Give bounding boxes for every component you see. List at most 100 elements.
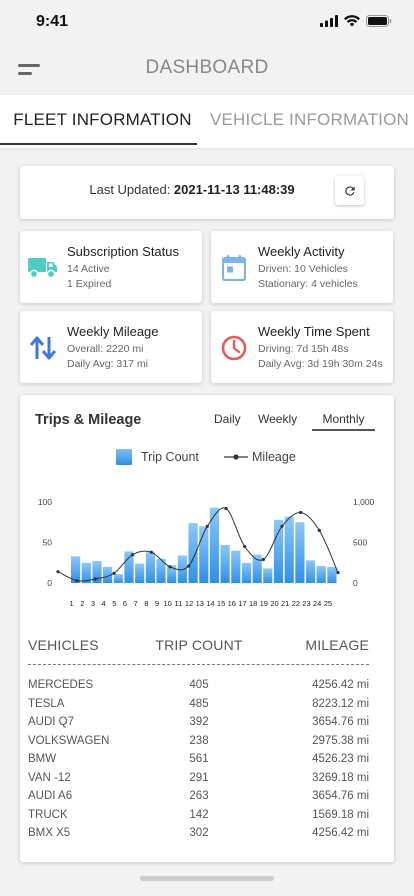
- x-axis-tick: 24: [313, 599, 321, 608]
- chart-bar: [145, 552, 155, 583]
- stat-title: Weekly Time Spent: [258, 324, 370, 339]
- chart-bar: [273, 519, 284, 583]
- cell-vehicle: MERCEDES: [28, 679, 94, 691]
- period-tab-monthly[interactable]: Monthly: [312, 407, 375, 431]
- table-row[interactable]: MERCEDES 405 4256.42 mi: [28, 679, 369, 698]
- cell-vehicle: TRUCK: [28, 808, 68, 821]
- weekly-time-spent-card[interactable]: Weekly Time Spent Driving: 7d 15h 48s Da…: [211, 311, 393, 383]
- x-axis-tick: 22: [292, 599, 300, 608]
- x-axis-tick: 13: [196, 599, 204, 608]
- x-axis-tick: 11: [175, 599, 183, 608]
- mileage-point: [280, 524, 284, 528]
- home-indicator: [140, 876, 274, 881]
- cell-vehicle: VOLKSWAGEN: [28, 734, 110, 747]
- table-row[interactable]: TESLA 485 8223.12 mi: [28, 698, 369, 717]
- cell-trips: 561: [189, 753, 209, 765]
- stat-detail: Stationary: 4 vehicles: [258, 278, 358, 290]
- mileage-point: [299, 510, 303, 515]
- truck-icon: [28, 253, 58, 283]
- stat-title: Weekly Mileage: [67, 324, 159, 339]
- table-row[interactable]: TRUCK 142 1569.18 mi: [28, 809, 369, 828]
- x-axis-tick: 20: [270, 599, 278, 608]
- x-axis-tick: 12: [185, 599, 193, 608]
- mileage-point: [187, 564, 191, 568]
- stat-detail: Driven: 10 Vehicles: [258, 263, 348, 275]
- cell-trips: 485: [189, 697, 209, 710]
- wifi-icon: [344, 15, 360, 27]
- x-axis-tick: 6: [123, 599, 127, 608]
- subscription-status-card[interactable]: Subscription Status 14 Active 1 Expired: [20, 231, 202, 303]
- active-tab-indicator: [0, 143, 197, 145]
- refresh-icon: [344, 185, 355, 196]
- cell-vehicle: BMW: [28, 753, 57, 765]
- stat-detail: Driving: 7d 15h 48s: [258, 343, 349, 355]
- cell-trips: 263: [189, 790, 209, 802]
- table-row[interactable]: AUDI Q7 392 3654.76 mi: [28, 716, 369, 735]
- table-header: VEHICLES TRIP COUNT MILEAGE: [28, 635, 369, 665]
- cell-mileage: 8223.12 mi: [312, 697, 369, 710]
- mileage-point: [205, 524, 209, 528]
- x-axis-tick: 8: [144, 599, 148, 608]
- chart-bar: [199, 526, 209, 583]
- column-header-trip-count: TRIP COUNT: [155, 637, 243, 653]
- cell-trips: 291: [189, 771, 209, 784]
- table-row[interactable]: AUDI A6 263 3654.76 mi: [28, 790, 369, 809]
- y-axis-left-tick: 0: [47, 578, 52, 588]
- table-row[interactable]: BMW 561 4526.23 mi: [28, 753, 369, 772]
- cell-vehicle: AUDI Q7: [28, 716, 75, 728]
- weekly-mileage-card[interactable]: Weekly Mileage Overall: 2220 mi Daily Av…: [20, 311, 202, 383]
- mileage-point: [131, 553, 135, 557]
- cell-mileage: 3654.76 mi: [312, 716, 369, 728]
- x-axis-tick: 14: [206, 599, 214, 608]
- chart-bar: [327, 566, 337, 583]
- chart-bar: [252, 554, 262, 583]
- cell-mileage: 4256.42 mi: [312, 827, 369, 839]
- swap-arrows-icon: [28, 333, 58, 363]
- legend-mileage: Mileage: [252, 450, 296, 464]
- chart-bar: [220, 544, 230, 583]
- x-axis-tick: 23: [302, 599, 310, 608]
- period-tab-daily[interactable]: Daily: [214, 412, 241, 426]
- cell-mileage: 1569.18 mi: [312, 808, 369, 821]
- tab-bar: FLEET INFORMATION VEHICLE INFORMATION: [0, 95, 414, 148]
- mileage-point: [56, 570, 60, 574]
- chart-bar: [113, 574, 123, 583]
- battery-icon: [366, 15, 392, 27]
- x-axis-tick: 4: [102, 599, 106, 608]
- weekly-activity-card[interactable]: Weekly Activity Driven: 10 Vehicles Stat…: [211, 231, 393, 303]
- stat-detail: Daily Avg: 3d 19h 30m 24s: [258, 358, 383, 370]
- cell-mileage: 3269.18 mi: [312, 771, 369, 784]
- trips-mileage-title: Trips & Mileage: [35, 412, 142, 428]
- tab-fleet-information[interactable]: FLEET INFORMATION: [0, 95, 205, 148]
- chart-bar: [241, 562, 252, 584]
- cell-trips: 238: [189, 734, 209, 747]
- chart-bar: [306, 560, 316, 583]
- mileage-point: [261, 557, 265, 562]
- cell-vehicle: TESLA: [28, 697, 65, 710]
- x-axis-tick: 17: [238, 599, 246, 608]
- tab-vehicle-information[interactable]: VEHICLE INFORMATION: [205, 95, 414, 148]
- refresh-button[interactable]: [335, 176, 364, 205]
- x-axis-tick: 10: [164, 599, 172, 608]
- x-axis-tick: 3: [91, 599, 95, 608]
- x-axis-tick: 18: [249, 599, 257, 608]
- x-axis-tick: 9: [155, 599, 159, 608]
- cell-mileage: 2975.38 mi: [312, 734, 369, 747]
- table-row[interactable]: VOLKSWAGEN 238 2975.38 mi: [28, 735, 369, 754]
- stat-detail: 14 Active: [67, 263, 110, 275]
- cell-mileage: 3654.76 mi: [312, 790, 369, 802]
- period-tab-weekly[interactable]: Weekly: [258, 412, 297, 426]
- cell-trips: 302: [189, 827, 209, 839]
- table-row[interactable]: BMX X5 302 4256.42 mi: [28, 827, 369, 846]
- cell-trips: 392: [189, 716, 209, 728]
- mileage-point: [75, 579, 79, 583]
- mileage-point: [243, 544, 247, 549]
- y-axis-right-tick: 500: [353, 538, 367, 548]
- chart-bar: [231, 550, 241, 583]
- table-row[interactable]: VAN -12 291 3269.18 mi: [28, 772, 369, 791]
- cell-vehicle: AUDI A6: [28, 790, 73, 802]
- stat-title: Weekly Activity: [258, 244, 345, 259]
- chart-bar: [135, 563, 145, 583]
- x-axis-tick: 15: [217, 599, 225, 608]
- app-header: DASHBOARD: [0, 44, 414, 92]
